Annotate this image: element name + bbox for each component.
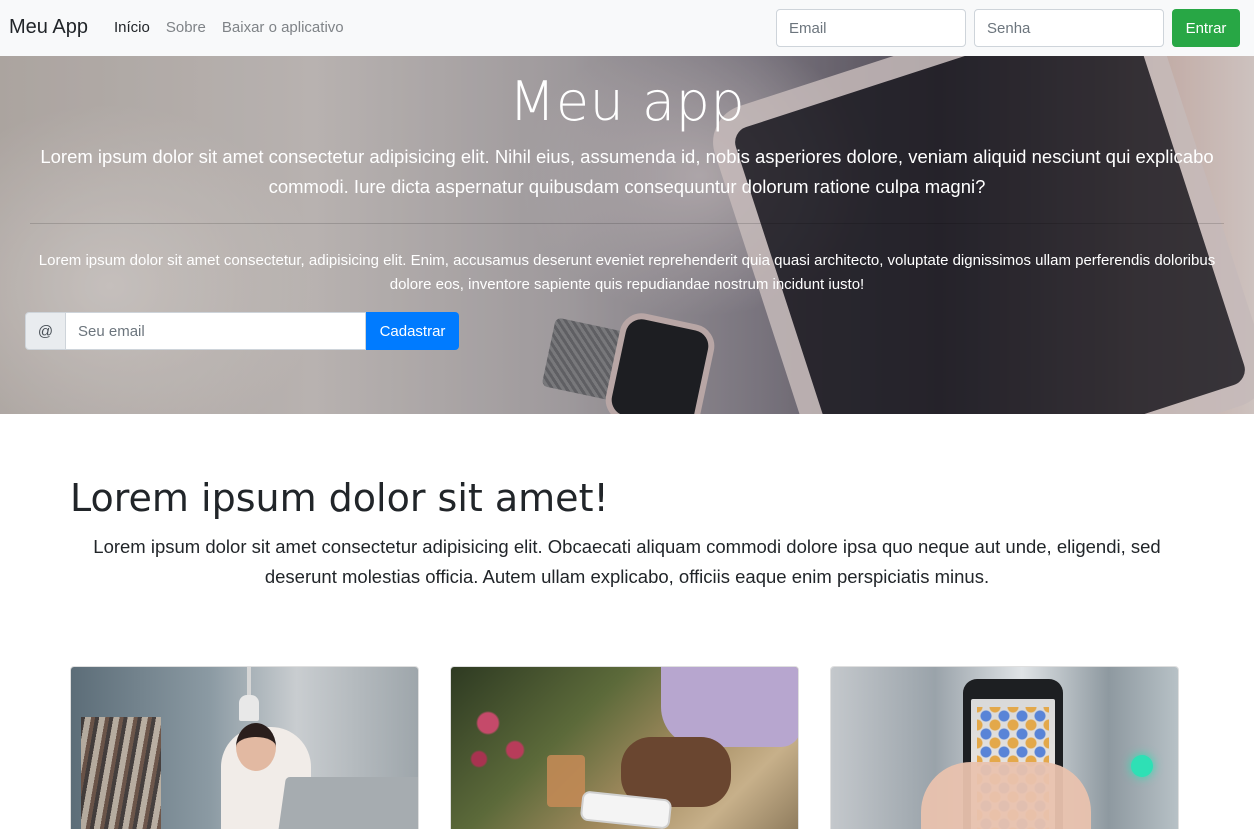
card-woman-laptop[interactable]: [70, 666, 419, 829]
lamp-cord-shape: [247, 667, 251, 697]
signup-form: @ Cadastrar: [25, 312, 459, 350]
entrar-button[interactable]: Entrar: [1172, 9, 1240, 47]
brushes-shape: [81, 717, 161, 829]
signup-email-input[interactable]: [66, 312, 366, 350]
sleeve-shape: [661, 667, 798, 747]
cadastrar-button[interactable]: Cadastrar: [366, 312, 459, 350]
nav-link-inicio[interactable]: Início: [114, 19, 150, 36]
at-sign-addon: @: [25, 312, 66, 350]
card-image-iphone-home-screen: [831, 667, 1178, 829]
hero-lead: Lorem ipsum dolor sit amet consectetur a…: [40, 146, 1214, 197]
glass-shape: [547, 755, 585, 807]
card-image-hand-with-phone: [451, 667, 798, 829]
hand-shape: [921, 762, 1091, 829]
card-phone-on-table[interactable]: [450, 666, 799, 829]
section-title: Lorem ipsum dolor sit amet!: [70, 476, 609, 520]
lamp-shade-shape: [239, 695, 259, 721]
card-image-woman-with-phone: [71, 667, 418, 829]
navbar: Meu App Início Sobre Baixar o aplicativo…: [0, 0, 1254, 56]
laptop-shape: [276, 777, 418, 829]
head-shape: [236, 723, 276, 771]
nav-link-baixar[interactable]: Baixar o aplicativo: [222, 19, 344, 36]
nav-link-sobre[interactable]: Sobre: [166, 19, 206, 36]
bokeh-light-shape: [1131, 755, 1153, 777]
hero-title: Meu app: [508, 70, 746, 133]
login-password-input[interactable]: [974, 9, 1164, 47]
card-hand-holding-iphone[interactable]: [830, 666, 1179, 829]
hero-text: Lorem ipsum dolor sit amet consectetur, …: [38, 252, 1216, 293]
hero-divider: [30, 223, 1224, 224]
nav-links: Início Sobre Baixar o aplicativo: [114, 19, 344, 36]
login-email-input[interactable]: [776, 9, 966, 47]
hero-jumbotron: Meu app Lorem ipsum dolor sit amet conse…: [0, 56, 1254, 414]
flowers-shape: [461, 687, 551, 777]
navbar-brand[interactable]: Meu App: [9, 16, 88, 39]
section-lead: Lorem ipsum dolor sit amet consectetur a…: [93, 536, 1161, 587]
